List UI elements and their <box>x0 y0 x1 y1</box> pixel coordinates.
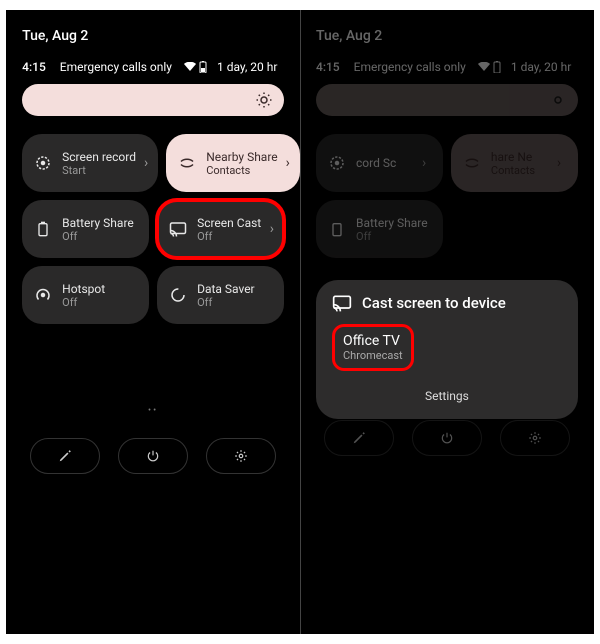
tile-label: Hotspot <box>62 282 139 296</box>
brightness-slider[interactable] <box>316 84 578 116</box>
tile-label: Nearby Share <box>206 150 277 164</box>
status-battery-text: 1 day, 20 hr <box>511 60 571 74</box>
status-battery-text: 1 day, 20 hr <box>217 60 277 74</box>
settings-button[interactable] <box>500 420 570 456</box>
power-button[interactable] <box>118 438 188 474</box>
tile-label: cord Sc <box>356 156 414 170</box>
data-saver-icon <box>167 286 189 304</box>
status-icons <box>184 61 207 73</box>
footer-buttons <box>22 438 284 474</box>
hotspot-icon <box>32 286 54 304</box>
quick-tiles-row2: Battery ShareOff <box>316 200 578 258</box>
tile-label: Screen Cast <box>197 216 262 230</box>
brightness-icon <box>254 90 274 110</box>
status-time: 4:15 <box>316 60 340 74</box>
wifi-icon <box>184 62 196 72</box>
date-label: Tue, Aug 2 <box>316 28 578 44</box>
chevron-right-icon: › <box>144 155 148 171</box>
screenshot-comparison: Tue, Aug 2 4:15 Emergency calls only 1 d… <box>6 10 594 634</box>
power-icon <box>440 431 454 445</box>
quick-tiles-row1: Screen recordStart › Nearby ShareContact… <box>22 134 284 192</box>
tile-battery-share[interactable]: Battery ShareOff <box>22 200 149 258</box>
cast-device-name: Office TV <box>343 333 403 349</box>
cast-icon <box>332 294 352 312</box>
edit-button[interactable] <box>324 420 394 456</box>
date-label: Tue, Aug 2 <box>22 28 284 44</box>
quick-tiles-row2: Battery ShareOff Screen CastOff › <box>22 200 284 258</box>
cast-device[interactable]: Office TV Chromecast <box>332 324 414 371</box>
page-indicator: •• <box>22 406 284 416</box>
power-button[interactable] <box>412 420 482 456</box>
tile-sub: Off <box>197 230 262 243</box>
tile-sub: Off <box>62 230 139 243</box>
status-bar: 4:15 Emergency calls only 1 day, 20 hr <box>22 60 284 74</box>
edit-button[interactable] <box>30 438 100 474</box>
cast-device-type: Chromecast <box>343 349 403 362</box>
left-pane: Tue, Aug 2 4:15 Emergency calls only 1 d… <box>6 10 300 634</box>
tile-hotspot[interactable]: HotspotOff <box>22 266 149 324</box>
tile-nearby-share[interactable]: hare NeContacts › <box>451 134 578 192</box>
tile-label: hare Ne <box>491 150 549 164</box>
tile-screen-record[interactable]: cord Sc › <box>316 134 443 192</box>
nearby-share-icon <box>176 154 198 172</box>
cast-icon <box>167 221 189 237</box>
tile-label: Data Saver <box>197 282 274 296</box>
status-time: 4:15 <box>22 60 46 74</box>
battery-share-icon <box>32 221 54 237</box>
tile-sub: Off <box>356 230 433 243</box>
chevron-right-icon: › <box>422 155 426 171</box>
record-icon <box>32 154 54 172</box>
battery-icon <box>199 61 207 73</box>
battery-icon <box>493 61 501 73</box>
status-network: Emergency calls only <box>354 60 466 74</box>
cast-panel: Cast screen to device Office TV Chromeca… <box>316 280 578 419</box>
battery-share-icon <box>326 221 348 237</box>
tile-label: Battery Share <box>356 216 433 230</box>
cast-settings-link[interactable]: Settings <box>332 385 562 407</box>
settings-button[interactable] <box>206 438 276 474</box>
status-bar: 4:15 Emergency calls only 1 day, 20 hr <box>316 60 578 74</box>
chevron-right-icon: › <box>557 155 561 171</box>
gear-icon <box>234 449 248 463</box>
status-icons <box>478 61 501 73</box>
nearby-share-icon <box>461 154 483 172</box>
tile-sub: Contacts <box>491 164 549 177</box>
tile-sub: Off <box>197 296 274 309</box>
tile-sub: Off <box>62 296 139 309</box>
tile-nearby-share[interactable]: Nearby ShareContacts › <box>166 134 300 192</box>
cast-panel-title-row: Cast screen to device <box>332 294 562 312</box>
status-network: Emergency calls only <box>60 60 172 74</box>
brightness-slider[interactable] <box>22 84 284 116</box>
right-pane: Tue, Aug 2 4:15 Emergency calls only 1 d… <box>300 10 594 634</box>
quick-tiles-row3: HotspotOff Data SaverOff <box>22 266 284 324</box>
tile-sub: Contacts <box>206 164 277 177</box>
quick-tiles-row1: cord Sc › hare NeContacts › <box>316 134 578 192</box>
chevron-right-icon: › <box>270 221 274 237</box>
brightness-icon <box>548 90 568 110</box>
tile-label: Battery Share <box>62 216 139 230</box>
pencil-icon <box>352 431 366 445</box>
wifi-icon <box>478 62 490 72</box>
tile-data-saver[interactable]: Data SaverOff <box>157 266 284 324</box>
tile-screen-cast[interactable]: Screen CastOff › <box>157 200 284 258</box>
tile-screen-record[interactable]: Screen recordStart › <box>22 134 158 192</box>
power-icon <box>146 449 160 463</box>
cast-panel-title: Cast screen to device <box>362 294 506 312</box>
chevron-right-icon: › <box>286 155 290 171</box>
tile-battery-share[interactable]: Battery ShareOff <box>316 200 443 258</box>
tile-sub: Start <box>62 164 136 177</box>
gear-icon <box>528 431 542 445</box>
record-icon <box>326 154 348 172</box>
pencil-icon <box>58 449 72 463</box>
tile-label: Screen record <box>62 150 136 164</box>
footer-buttons <box>316 420 578 456</box>
